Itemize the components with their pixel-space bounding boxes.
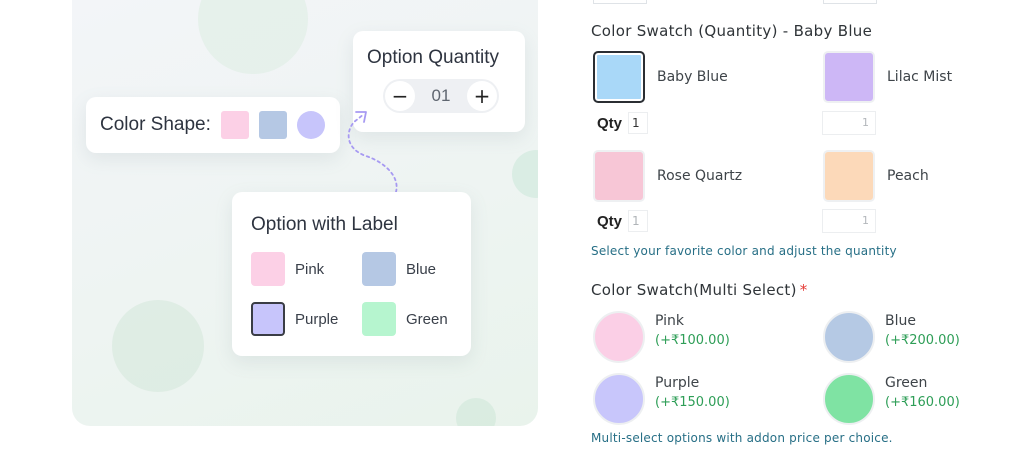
- purple-circle-swatch: [593, 373, 645, 425]
- dotted-connector-arrow: [347, 111, 398, 193]
- label-option-text: Purple: [295, 310, 339, 328]
- decor-blob: [512, 150, 538, 198]
- multi-section-title: Color Swatch(Multi Select) *: [591, 281, 808, 299]
- swatch-option-baby-blue[interactable]: Baby Blue: [593, 51, 728, 103]
- multi-option-label: Blue: [885, 313, 916, 329]
- green-circle-swatch: [823, 373, 875, 425]
- label-option-green[interactable]: Green: [362, 302, 448, 336]
- swatch-option-label: Peach: [887, 168, 929, 184]
- pink-square-swatch[interactable]: [220, 111, 249, 139]
- swatch-option-rose-quartz[interactable]: Rose Quartz: [593, 150, 742, 202]
- label-option-purple[interactable]: Purple: [251, 302, 338, 336]
- multi-option-blue[interactable]: Blue (+₹200.00): [823, 311, 960, 363]
- previous-swatch-edge: [823, 0, 877, 4]
- pink-circle-swatch: [593, 311, 645, 363]
- decor-blob: [456, 398, 496, 426]
- label-option-pink[interactable]: Pink: [251, 252, 324, 286]
- purple-circle-swatch[interactable]: [296, 111, 325, 139]
- green-swatch: [362, 302, 396, 336]
- product-options-form: Color Swatch (Quantity) - Baby Blue Baby…: [591, 0, 1011, 476]
- blue-square-swatch[interactable]: [258, 111, 287, 139]
- increment-button[interactable]: +: [466, 81, 497, 111]
- qty-label: Qty: [597, 114, 623, 132]
- label-option-text: Blue: [406, 260, 437, 278]
- peach-swatch: [823, 150, 875, 202]
- qty-input-peach[interactable]: 1: [822, 209, 876, 233]
- swatch-option-label: Rose Quartz: [657, 168, 743, 184]
- multi-option-green[interactable]: Green (+₹160.00): [823, 373, 960, 425]
- option-with-label-title: Option with Label: [251, 214, 398, 235]
- multi-option-price: (+₹100.00): [655, 333, 730, 348]
- label-option-blue[interactable]: Blue: [362, 252, 436, 286]
- label-option-text: Green: [406, 310, 448, 328]
- multi-option-price: (+₹160.00): [885, 395, 960, 410]
- purple-swatch: [251, 302, 285, 336]
- multi-option-label: Pink: [655, 313, 685, 329]
- rose-quartz-swatch: [593, 150, 645, 202]
- color-shape-card: Color Shape:: [86, 97, 340, 153]
- qty-section-help-text: Select your favorite color and adjust th…: [591, 244, 897, 258]
- qty-input-lilac-mist[interactable]: 1: [822, 111, 876, 135]
- qty-row-rose-quartz: Qty 1: [597, 210, 649, 232]
- qty-section-title: Color Swatch (Quantity) - Baby Blue: [591, 22, 873, 40]
- option-with-label-card: Option with Label Pink Blue Purple Green: [232, 192, 471, 356]
- swatch-option-label: Baby Blue: [657, 69, 728, 85]
- swatch-option-lilac-mist[interactable]: Lilac Mist: [823, 51, 952, 103]
- multi-option-price: (+₹150.00): [655, 395, 730, 410]
- decor-blob: [112, 300, 204, 392]
- promo-panel: Color Shape: Option Quantity − 01 + Opti…: [72, 0, 538, 426]
- multi-option-label: Green: [885, 375, 928, 391]
- qty-row-baby-blue: Qty 1: [597, 112, 649, 134]
- blue-swatch: [362, 252, 396, 286]
- qty-input-rose-quartz[interactable]: 1: [628, 210, 649, 232]
- label-option-text: Pink: [295, 260, 325, 278]
- swatch-option-peach[interactable]: Peach: [823, 150, 929, 202]
- multi-option-label: Purple: [655, 375, 700, 391]
- quantity-value[interactable]: 01: [432, 86, 451, 106]
- multi-option-price: (+₹200.00): [885, 333, 960, 348]
- color-shape-label: Color Shape:: [100, 114, 211, 135]
- multi-section-help-text: Multi-select options with addon price pe…: [591, 431, 893, 445]
- previous-swatch-edge: [593, 0, 647, 4]
- option-quantity-title: Option Quantity: [367, 47, 500, 68]
- multi-option-purple[interactable]: Purple (+₹150.00): [593, 373, 730, 425]
- decor-blob: [198, 0, 308, 74]
- lilac-mist-swatch: [823, 51, 875, 103]
- multi-section-title-text: Color Swatch(Multi Select): [591, 281, 797, 299]
- blue-circle-swatch: [823, 311, 875, 363]
- multi-option-pink[interactable]: Pink (+₹100.00): [593, 311, 730, 363]
- swatch-option-label: Lilac Mist: [887, 69, 953, 85]
- pink-swatch: [251, 252, 285, 286]
- qty-input-baby-blue[interactable]: 1: [628, 112, 649, 134]
- required-asterisk: *: [799, 281, 808, 299]
- qty-label: Qty: [597, 212, 623, 230]
- baby-blue-swatch: [593, 51, 645, 103]
